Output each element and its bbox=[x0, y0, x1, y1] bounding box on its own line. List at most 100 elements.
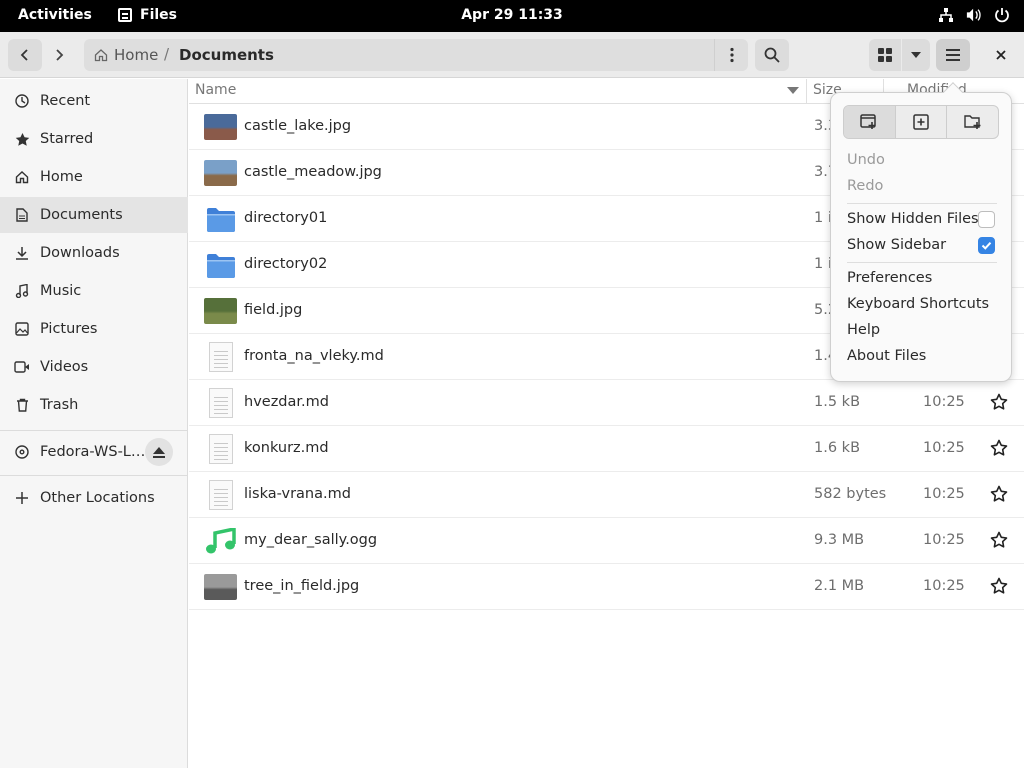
checkmark-icon bbox=[981, 242, 992, 250]
column-divider bbox=[806, 79, 807, 104]
sidebar-item-downloads[interactable]: Downloads bbox=[0, 235, 188, 271]
grid-view-button[interactable] bbox=[869, 39, 901, 71]
activities-button[interactable]: Activities bbox=[18, 7, 92, 23]
trash-icon bbox=[14, 397, 30, 413]
sidebar-item-label: Documents bbox=[40, 207, 123, 223]
sidebar-item-label: Music bbox=[40, 283, 82, 299]
file-name: castle_lake.jpg bbox=[244, 118, 352, 134]
file-name: my_dear_sally.ogg bbox=[244, 532, 378, 548]
image-thumbnail bbox=[204, 114, 237, 140]
file-name: hvezdar.md bbox=[244, 394, 329, 410]
file-name: konkurz.md bbox=[244, 440, 329, 456]
sort-descending-icon[interactable] bbox=[787, 83, 799, 99]
new-window-button[interactable] bbox=[844, 106, 896, 138]
menu-new-buttons bbox=[843, 105, 999, 139]
app-menu[interactable]: Files bbox=[118, 7, 177, 23]
download-icon bbox=[14, 245, 30, 261]
system-tray[interactable] bbox=[938, 6, 1010, 24]
menu-help[interactable]: Help bbox=[847, 322, 880, 338]
path-menu-button[interactable] bbox=[714, 39, 748, 71]
text-file-icon bbox=[209, 342, 233, 372]
show-sidebar-checkbox[interactable] bbox=[978, 237, 995, 254]
sidebar-item-label: Videos bbox=[40, 359, 89, 375]
star-icon[interactable] bbox=[990, 485, 1008, 503]
hamburger-menu-icon bbox=[946, 49, 960, 61]
back-button[interactable] bbox=[8, 39, 42, 71]
sidebar-item-other-locations[interactable]: Other Locations bbox=[0, 480, 188, 516]
show-hidden-files-checkbox[interactable] bbox=[978, 211, 995, 228]
sidebar-item-label: Fedora-WS-L… bbox=[40, 444, 146, 460]
new-folder-icon bbox=[963, 115, 981, 129]
text-file-icon bbox=[209, 434, 233, 464]
menu-undo[interactable]: Undo bbox=[847, 152, 885, 168]
new-tab-icon bbox=[913, 114, 929, 130]
files-app-icon bbox=[118, 8, 132, 22]
menu-redo[interactable]: Redo bbox=[847, 178, 883, 194]
volume-icon[interactable] bbox=[966, 6, 982, 24]
sidebar-item-documents[interactable]: Documents bbox=[0, 197, 188, 233]
main-menu-button[interactable] bbox=[936, 39, 970, 71]
eject-icon bbox=[153, 446, 165, 458]
power-icon[interactable] bbox=[994, 6, 1010, 24]
sidebar-divider bbox=[0, 475, 188, 476]
file-name: directory02 bbox=[244, 256, 328, 272]
star-icon[interactable] bbox=[990, 531, 1008, 549]
sidebar-item-recent[interactable]: Recent bbox=[0, 83, 188, 119]
video-icon bbox=[14, 359, 30, 375]
chevron-right-icon bbox=[56, 49, 64, 61]
file-name: liska-vrana.md bbox=[244, 486, 351, 502]
text-file-icon bbox=[209, 388, 233, 418]
star-icon[interactable] bbox=[990, 577, 1008, 595]
column-name[interactable]: Name bbox=[195, 82, 236, 98]
sidebar-item-trash[interactable]: Trash bbox=[0, 387, 188, 423]
file-name: fronta_na_vleky.md bbox=[244, 348, 384, 364]
table-row[interactable]: tree_in_field.jpg 2.1 MB 10:25 bbox=[189, 564, 1024, 610]
new-folder-button[interactable] bbox=[947, 106, 998, 138]
sidebar-item-label: Recent bbox=[40, 93, 91, 109]
table-row[interactable]: my_dear_sally.ogg 9.3 MB 10:25 bbox=[189, 518, 1024, 564]
menu-preferences[interactable]: Preferences bbox=[847, 270, 932, 286]
menu-show-hidden-files[interactable]: Show Hidden Files bbox=[847, 211, 979, 227]
sidebar-item-label: Trash bbox=[40, 397, 79, 413]
main-menu-popover: Undo Redo Show Hidden Files Show Sidebar… bbox=[830, 82, 1012, 382]
disc-icon bbox=[14, 444, 30, 460]
new-tab-button[interactable] bbox=[896, 106, 948, 138]
folder-icon bbox=[206, 253, 236, 279]
table-row[interactable]: konkurz.md 1.6 kB 10:25 bbox=[189, 426, 1024, 472]
sidebar-item-music[interactable]: Music bbox=[0, 273, 188, 309]
home-icon bbox=[14, 169, 30, 185]
view-options-button[interactable] bbox=[902, 39, 930, 71]
audio-file-icon bbox=[204, 526, 237, 554]
sidebar-item-starred[interactable]: Starred bbox=[0, 121, 188, 157]
file-size: 582 bytes bbox=[814, 486, 887, 502]
search-button[interactable] bbox=[755, 39, 789, 71]
breadcrumb-current[interactable]: Documents bbox=[179, 46, 274, 64]
header-bar: Home / Documents bbox=[0, 32, 1024, 78]
file-modified: 10:25 bbox=[923, 486, 965, 502]
file-modified: 10:25 bbox=[923, 532, 965, 548]
table-row[interactable]: hvezdar.md 1.5 kB 10:25 bbox=[189, 380, 1024, 426]
home-icon bbox=[94, 49, 108, 62]
menu-keyboard-shortcuts[interactable]: Keyboard Shortcuts bbox=[847, 296, 989, 312]
chevron-down-icon bbox=[911, 52, 921, 58]
close-window-button[interactable] bbox=[984, 39, 1018, 71]
sidebar-divider bbox=[0, 430, 188, 431]
sidebar: Recent Starred Home Documents Downloads … bbox=[0, 79, 188, 768]
table-row[interactable]: liska-vrana.md 582 bytes 10:25 bbox=[189, 472, 1024, 518]
network-icon[interactable] bbox=[938, 6, 954, 24]
music-icon bbox=[14, 283, 30, 299]
sidebar-item-home[interactable]: Home bbox=[0, 159, 188, 195]
menu-about-files[interactable]: About Files bbox=[847, 348, 926, 364]
eject-button[interactable] bbox=[145, 438, 173, 466]
breadcrumb-home[interactable]: Home bbox=[94, 46, 158, 64]
file-size: 1.6 kB bbox=[814, 440, 861, 456]
sidebar-item-pictures[interactable]: Pictures bbox=[0, 311, 188, 347]
sidebar-item-label: Other Locations bbox=[40, 490, 155, 506]
sidebar-item-videos[interactable]: Videos bbox=[0, 349, 188, 385]
forward-button[interactable] bbox=[42, 39, 76, 71]
menu-show-sidebar[interactable]: Show Sidebar bbox=[847, 237, 946, 253]
file-size: 2.1 MB bbox=[814, 578, 865, 594]
new-window-icon bbox=[860, 114, 877, 129]
star-icon[interactable] bbox=[990, 439, 1008, 457]
star-icon[interactable] bbox=[990, 393, 1008, 411]
